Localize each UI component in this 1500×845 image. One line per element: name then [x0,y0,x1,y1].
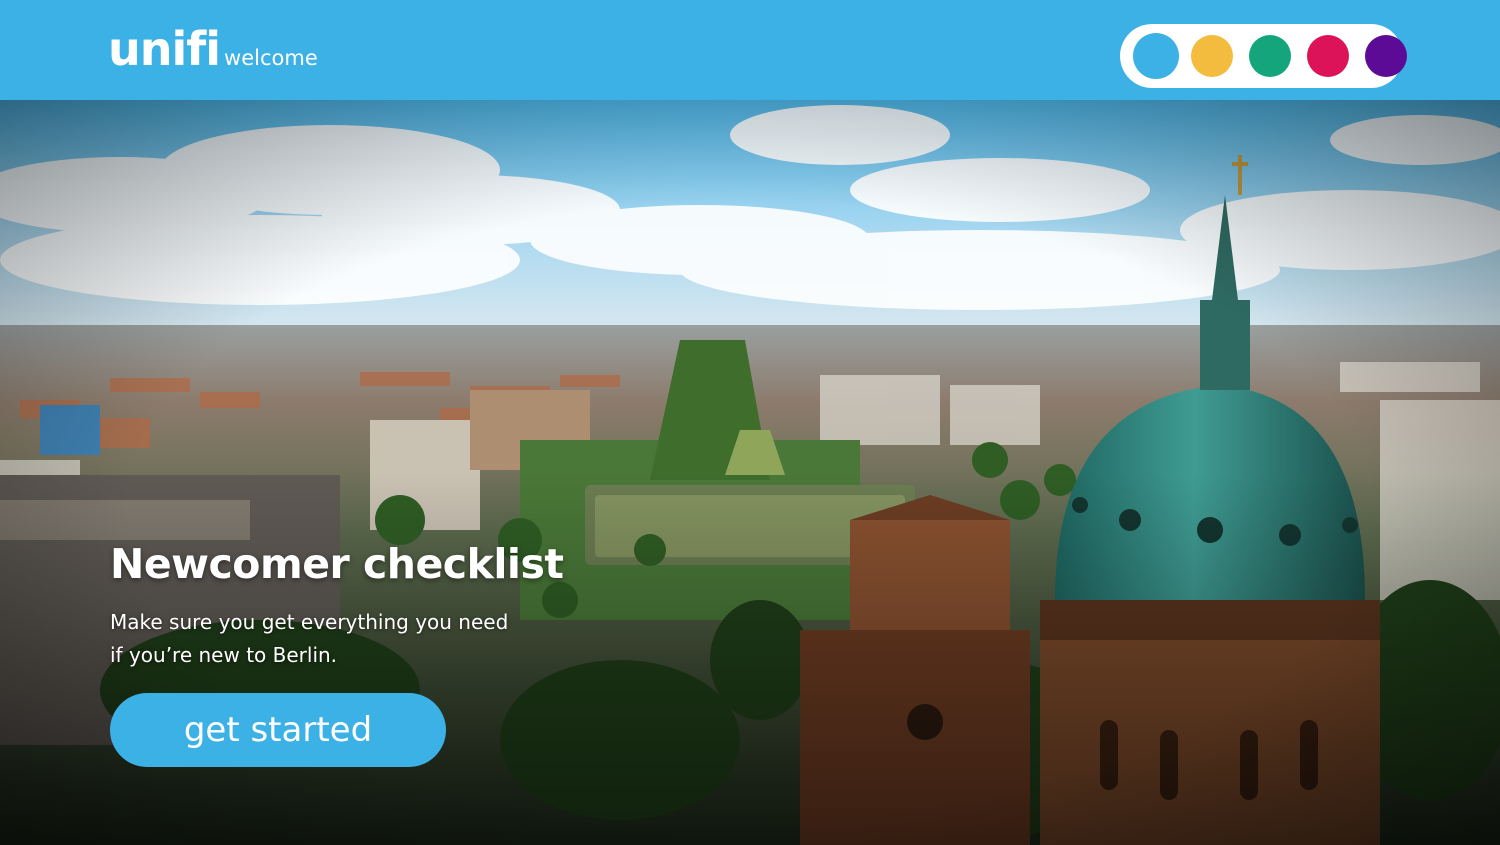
color-swatch-purple[interactable] [1365,35,1407,77]
hero-title: Newcomer checklist [110,540,564,588]
brand-subtitle: welcome [224,46,318,70]
brand-name: unifi [108,22,221,76]
theme-color-picker [1120,24,1407,88]
hero-subtitle-line-1: Make sure you get everything you need [110,610,509,634]
color-swatch-green[interactable] [1249,35,1291,77]
hero-subtitle-line-2: if you’re new to Berlin. [110,643,338,667]
top-bar: unifi welcome [0,0,1500,100]
hero-subtitle: Make sure you get everything you need if… [110,606,630,672]
unifi-welcome-logo[interactable]: unifi welcome [108,26,318,72]
color-swatch-blue[interactable] [1133,33,1179,79]
get-started-button[interactable]: get started [110,693,446,767]
color-swatch-yellow[interactable] [1191,35,1233,77]
color-swatch-pink[interactable] [1307,35,1349,77]
